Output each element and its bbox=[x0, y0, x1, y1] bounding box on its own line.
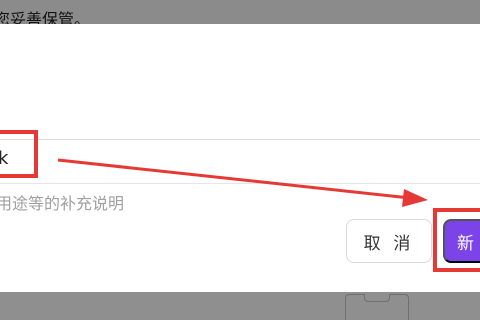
input-top-border bbox=[0, 139, 480, 140]
cancel-button[interactable]: 取 消 bbox=[346, 219, 432, 263]
folder-icon bbox=[345, 294, 409, 320]
name-input[interactable] bbox=[0, 142, 480, 180]
annotation-box-create-button bbox=[433, 208, 480, 272]
input-bottom-border bbox=[0, 183, 480, 184]
description-hint: 用途等的补充说明 bbox=[0, 194, 125, 213]
annotation-box-input bbox=[0, 130, 38, 178]
folder-icon-notch bbox=[364, 294, 390, 302]
